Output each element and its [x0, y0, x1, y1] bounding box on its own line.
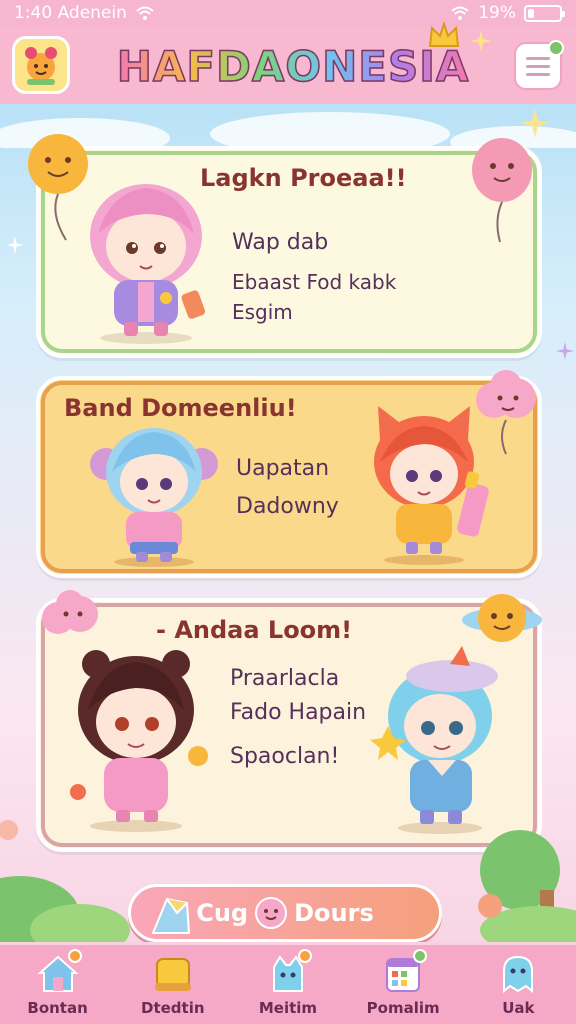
pink-cloud-icon: [42, 590, 98, 634]
nav-label: Bontan: [27, 998, 88, 1017]
notification-dot: [67, 948, 82, 963]
card-title: - Andaa Loom!: [156, 616, 353, 644]
notification-dot: [413, 948, 428, 963]
pink-hair-character-illustration: [90, 184, 206, 344]
blue-hair-hat-character-illustration: [370, 646, 498, 834]
nav-label: Meitim: [258, 998, 318, 1017]
status-time-carrier: 1:40 Adenein: [14, 3, 127, 23]
blue-hair-character-illustration: [90, 428, 218, 567]
card-title: Band Domeenliu!: [64, 394, 297, 422]
menu-button[interactable]: [514, 40, 564, 90]
card-line: Dadowny: [236, 494, 339, 519]
mascot-logo-icon[interactable]: [12, 36, 70, 94]
scroll-icon: [154, 957, 191, 991]
notification-dot: [548, 40, 564, 56]
card-line: Esgim: [232, 300, 293, 324]
cta-label-left: Cug: [196, 899, 249, 927]
pink-balloon-icon: [472, 138, 532, 243]
bottom-navigation: Bontan Dtedtin Meitim Pomalim Uak: [0, 942, 576, 1024]
sparkle-icon: [470, 30, 492, 52]
battery-percent: 19%: [478, 3, 516, 23]
app-title: HAFDAONESIA: [116, 36, 469, 96]
ghost-icon: [503, 955, 534, 993]
card-line: Spaoclan!: [230, 744, 340, 769]
nav-item-calendar[interactable]: Pomalim: [353, 948, 453, 1017]
sparkle-icon: [556, 342, 574, 360]
card-line: Uapatan: [236, 456, 330, 481]
wifi-icon: [451, 6, 469, 20]
nav-item-pet[interactable]: Meitim: [238, 948, 338, 1017]
battery-icon: [524, 4, 565, 22]
pink-cloud-balloon-icon: [476, 370, 536, 455]
pink-mascot-icon: [255, 897, 288, 929]
app-header: HAFDAONESIA: [0, 20, 576, 104]
cta-button[interactable]: Cug Dours: [128, 884, 442, 942]
brown-hair-character-illustration: [70, 650, 208, 832]
status-bar: 1:40 Adenein 19%: [0, 0, 576, 26]
card-line: Praarlacla: [230, 666, 340, 691]
smiling-flower-balloon-icon: [28, 134, 88, 241]
notification-dot: [297, 948, 312, 963]
nav-label: Pomalim: [366, 998, 440, 1017]
nav-label: Dtedtin: [141, 998, 205, 1017]
card-line: Fado Hapain: [230, 700, 367, 725]
crown-icon: [428, 20, 460, 47]
blue-gem-icon: [151, 897, 191, 934]
smiling-planet-icon: [462, 594, 542, 642]
card-line: Ebaast Fod kabk: [232, 270, 397, 294]
wifi-icon: [136, 6, 154, 20]
nav-label: Uak: [502, 998, 535, 1017]
cta-label-right: Dours: [294, 899, 374, 927]
card-title: Lagkn Proeaa!!: [200, 164, 407, 192]
nav-item-home[interactable]: Bontan: [8, 948, 108, 1017]
card-line: Wap dab: [232, 230, 329, 255]
nav-item-scroll[interactable]: Dtedtin: [123, 953, 223, 1017]
nav-item-ghost[interactable]: Uak: [468, 953, 568, 1017]
